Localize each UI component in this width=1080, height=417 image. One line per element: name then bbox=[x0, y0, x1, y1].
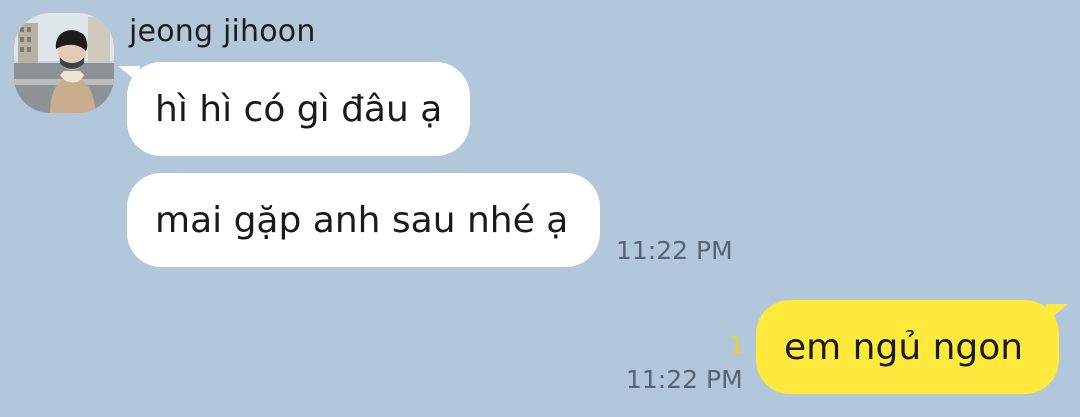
incoming-message[interactable]: hì hì có gì đâu ạ bbox=[118, 62, 470, 156]
sender-name: jeong jihoon bbox=[129, 14, 316, 49]
outgoing-message[interactable]: em ngủ ngon bbox=[756, 300, 1068, 394]
sender-avatar[interactable] bbox=[14, 13, 114, 113]
message-timestamp: 11:22 PM bbox=[616, 236, 733, 265]
bubble-tail bbox=[1046, 304, 1068, 322]
unread-count: 1 bbox=[729, 331, 745, 359]
message-text: em ngủ ngon bbox=[784, 326, 1024, 368]
message-text: mai gặp anh sau nhé ạ bbox=[155, 199, 569, 241]
bubble-tail bbox=[118, 66, 140, 84]
incoming-message[interactable]: mai gặp anh sau nhé ạ bbox=[127, 173, 600, 267]
profile-photo-icon bbox=[14, 13, 114, 113]
message-timestamp: 11:22 PM bbox=[626, 365, 743, 394]
message-text: hì hì có gì đâu ạ bbox=[155, 88, 443, 130]
